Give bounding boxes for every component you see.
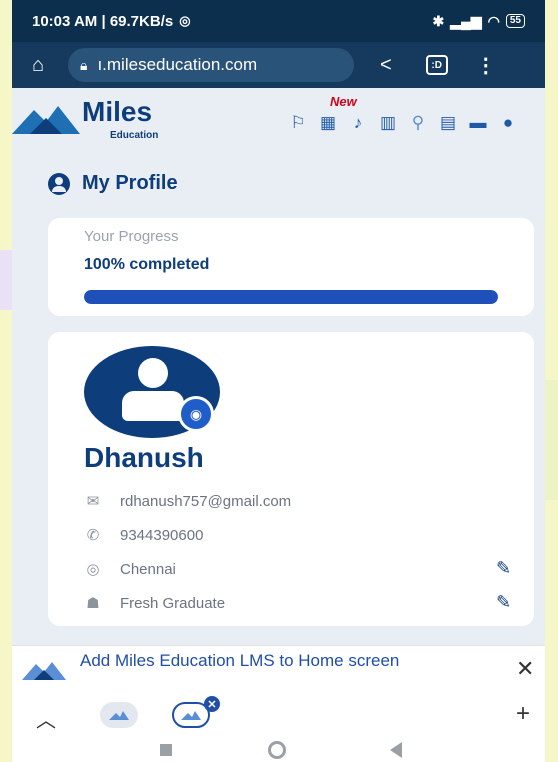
status-text: Fresh Graduate bbox=[120, 594, 226, 612]
home-button-icon[interactable] bbox=[268, 741, 286, 759]
new-label: New bbox=[330, 94, 357, 109]
status-bar: 10:03 AM | 69.7KB/s ◎ ✱ ▂▄▆ ◠ 55 bbox=[12, 0, 545, 42]
mountain-logo-icon bbox=[22, 662, 66, 680]
new-tab-icon[interactable]: + bbox=[516, 700, 530, 728]
progress-value: 100% completed bbox=[84, 256, 210, 273]
chevron-up-icon[interactable]: ︿ bbox=[36, 704, 56, 733]
site-header: Miles Education New ⚐ ▦ ♪ ▥ ⚲ ▤ ▬ ● bbox=[12, 88, 545, 152]
avatar-body bbox=[122, 391, 184, 421]
page-title: My Profile bbox=[48, 172, 178, 195]
search-icon[interactable]: ⚲ bbox=[408, 113, 428, 133]
mountain-logo-icon bbox=[109, 711, 129, 720]
back-icon[interactable] bbox=[390, 742, 402, 758]
phone-screen: 10:03 AM | 69.7KB/s ◎ ✱ ▂▄▆ ◠ 55 ⌂ 🔒︎ ı.… bbox=[12, 0, 545, 762]
location-pin-icon: ◎ bbox=[86, 561, 100, 578]
avatar-head bbox=[138, 358, 168, 388]
close-icon[interactable]: ✕ bbox=[516, 656, 534, 682]
library-icon[interactable]: ▥ bbox=[378, 113, 398, 133]
learner-icon[interactable]: ⚐ bbox=[288, 113, 308, 133]
progress-bar-fill bbox=[84, 290, 498, 304]
share-icon[interactable]: < bbox=[380, 54, 392, 77]
system-nav-bar bbox=[12, 738, 545, 762]
camera-icon[interactable]: ◉ bbox=[178, 396, 214, 432]
url-text: ı.mileseducation.com bbox=[97, 55, 258, 74]
browser-toolbar: ⌂ 🔒︎ ı.mileseducation.com < :D ⋮ bbox=[12, 42, 545, 88]
chat-icon[interactable]: ▬ bbox=[468, 113, 488, 133]
tab-thumbnail[interactable] bbox=[100, 702, 138, 728]
status-time-speed: 10:03 AM | 69.7KB/s bbox=[32, 12, 174, 30]
banner-text: Add Miles Education LMS to Home screen bbox=[80, 651, 400, 670]
wifi-icon: ◠ bbox=[487, 12, 500, 29]
calculator-icon[interactable]: ▦ bbox=[318, 113, 338, 133]
phone-text: 9344390600 bbox=[120, 526, 204, 544]
progress-label: Your Progress bbox=[84, 228, 179, 245]
bottom-tab-bar: ︿ ✕ + bbox=[12, 694, 545, 738]
progress-bar bbox=[84, 290, 498, 304]
status-icons: ✱ ▂▄▆ ◠ 55 bbox=[432, 13, 525, 30]
email-text: rdhanush757@gmail.com bbox=[120, 492, 292, 510]
email-row: ✉ rdhanush757@gmail.com bbox=[84, 492, 292, 511]
main-content: My Profile Your Progress 100% completed … bbox=[12, 152, 545, 650]
tab-switcher-icon[interactable]: :D bbox=[425, 55, 448, 75]
overflow-menu-icon[interactable]: ⋮ bbox=[476, 53, 496, 78]
address-bar[interactable]: 🔒︎ ı.mileseducation.com bbox=[68, 48, 354, 82]
lock-icon: 🔒︎ bbox=[80, 56, 88, 73]
logo-text: Miles bbox=[82, 96, 153, 127]
edit-location-icon[interactable]: ✎ bbox=[496, 558, 511, 579]
phone-row: ✆ 9344390600 bbox=[84, 526, 204, 545]
signal-icon: ▂▄▆ bbox=[450, 12, 482, 29]
user-circle-icon bbox=[48, 172, 70, 195]
mountain-logo-icon bbox=[181, 711, 201, 720]
close-tab-icon[interactable]: ✕ bbox=[204, 696, 220, 712]
location-row: ◎ Chennai bbox=[84, 560, 176, 579]
bluetooth-icon: ✱ bbox=[432, 12, 445, 29]
header-icons: ⚐ ▦ ♪ ▥ ⚲ ▤ ▬ ● bbox=[288, 113, 518, 133]
recents-icon[interactable] bbox=[160, 744, 172, 756]
edit-status-icon[interactable]: ✎ bbox=[496, 592, 511, 613]
add-to-home-banner[interactable]: Add Miles Education LMS to Home screen ✕ bbox=[12, 646, 545, 694]
mountain-logo-icon bbox=[12, 106, 80, 134]
graduate-icon: ☗ bbox=[86, 595, 100, 612]
battery-icon: 55 bbox=[505, 14, 525, 28]
profile-card: ◉ Dhanush ✉ rdhanush757@gmail.com ✆ 9344… bbox=[48, 332, 534, 626]
logo-subtext: Education bbox=[110, 130, 159, 141]
whatsapp-icon: ◎ bbox=[179, 13, 191, 28]
profile-settings-icon[interactable]: ● bbox=[498, 113, 518, 133]
miles-logo[interactable]: Miles Education bbox=[12, 96, 158, 141]
user-name: Dhanush bbox=[84, 442, 204, 473]
bell-icon[interactable]: ♪ bbox=[348, 113, 368, 133]
progress-card: Your Progress 100% completed bbox=[48, 218, 534, 316]
document-icon[interactable]: ▤ bbox=[438, 113, 458, 133]
mail-icon: ✉ bbox=[86, 493, 100, 510]
phone-icon: ✆ bbox=[86, 527, 100, 544]
status-row: ☗ Fresh Graduate bbox=[84, 594, 226, 613]
city-text: Chennai bbox=[120, 560, 176, 578]
page-title-text: My Profile bbox=[82, 172, 178, 194]
home-icon[interactable]: ⌂ bbox=[22, 54, 54, 77]
